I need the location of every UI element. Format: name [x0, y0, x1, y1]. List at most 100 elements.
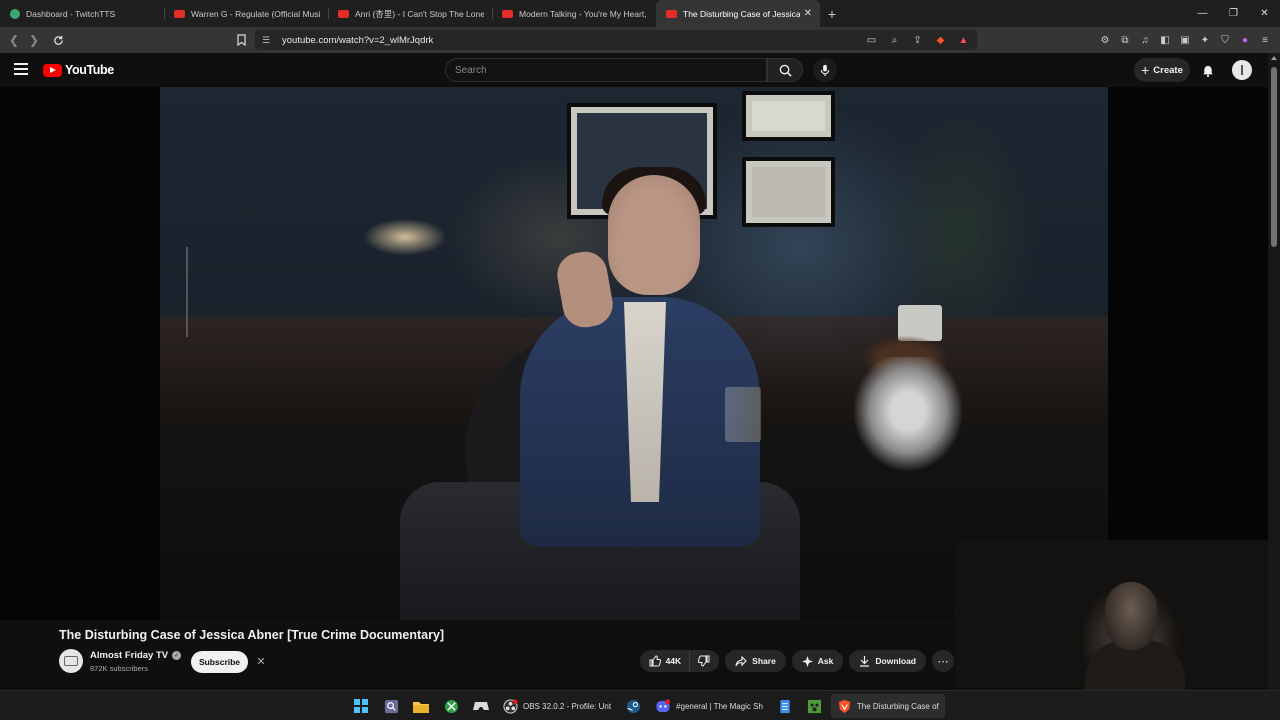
taskbar-app-browser[interactable]: The Disturbing Case of	[830, 694, 945, 718]
brave-rewards-icon[interactable]: ▲	[956, 32, 971, 48]
menu-icon[interactable]: ≡	[1258, 32, 1272, 48]
tab-title: Modern Talking - You're My Heart, Yo	[519, 8, 648, 19]
vpn-icon[interactable]: ⛉	[1218, 32, 1232, 48]
scroll-up-arrow-icon[interactable]	[1271, 56, 1277, 60]
account-avatar[interactable]	[1232, 60, 1252, 80]
subscribe-button[interactable]: Subscribe	[191, 651, 248, 673]
video-scenery	[742, 157, 835, 227]
channel-name-link[interactable]: Almost Friday TV ✓	[90, 650, 182, 661]
channel-avatar[interactable]	[59, 649, 83, 673]
taskbar-search-app[interactable]	[377, 694, 405, 718]
youtube-favicon-icon	[502, 9, 513, 18]
like-count: 44K	[665, 656, 682, 666]
search-button[interactable]	[767, 58, 803, 82]
browser-tab[interactable]: Anri (杏里) - I Can't Stop The Lonelin	[328, 0, 492, 27]
share-page-icon[interactable]: ⇪	[910, 32, 925, 48]
leo-icon[interactable]: ✦	[1198, 32, 1212, 48]
taskbar-app-discord[interactable]: #general | The Magic Sh	[649, 694, 769, 718]
plus-icon: +	[1141, 61, 1150, 78]
tab-title: Warren G - Regulate (Official Music V	[191, 8, 320, 19]
download-icon	[860, 656, 870, 667]
youtube-masthead: YouTube + Create	[0, 53, 1280, 87]
zoom-icon[interactable]: ⌕	[887, 32, 902, 48]
restore-icon[interactable]: ❐	[1218, 0, 1249, 27]
video-scenery	[742, 91, 835, 141]
browser-tab[interactable]: Warren G - Regulate (Official Music V	[164, 0, 328, 27]
sidebar-icon[interactable]: ◧	[1158, 32, 1172, 48]
video-scenery	[186, 247, 226, 337]
search-box[interactable]	[445, 58, 767, 82]
download-button[interactable]: Download	[849, 650, 926, 672]
reload-button[interactable]	[48, 30, 68, 50]
video-scenery	[608, 175, 700, 295]
windows-logo-icon	[354, 699, 368, 713]
youtube-favicon-icon	[174, 9, 185, 18]
taskbar-app-label: OBS 32.0.2 - Profile: Unt	[523, 701, 612, 711]
window-controls: — ❐ ✕	[1187, 0, 1280, 27]
site-info-icon[interactable]: ☰	[262, 35, 274, 46]
ask-label: Ask	[817, 656, 834, 666]
taskbar-app-label: The Disturbing Case of	[856, 701, 939, 711]
reload-icon	[53, 35, 63, 45]
guide-menu-icon[interactable]	[14, 63, 28, 75]
taskbar-minecraft[interactable]	[801, 694, 829, 718]
profile-extension-icon[interactable]: ●	[1238, 32, 1252, 48]
dislike-button[interactable]	[690, 650, 719, 672]
taskbar-xbox[interactable]	[437, 694, 465, 718]
voice-search-button[interactable]	[813, 58, 837, 82]
ask-button[interactable]: Ask	[791, 650, 844, 672]
close-tab-icon[interactable]: ✕	[804, 8, 812, 19]
more-actions-button[interactable]: ⋯	[932, 650, 954, 672]
tab-title: The Disturbing Case of Jessica Al	[683, 8, 800, 19]
notifications-button[interactable]	[1199, 61, 1217, 79]
youtube-logo[interactable]: YouTube	[43, 63, 114, 77]
bookmark-icon[interactable]	[235, 32, 247, 48]
twitchtts-favicon-icon	[10, 8, 20, 19]
extensions-icon[interactable]: ⚙	[1098, 32, 1112, 48]
address-toolbar: ❮ ❯ ☰ youtube.com/watch?v=2_wlMrJqdrk ▭ …	[0, 27, 1280, 53]
youtube-favicon-icon	[666, 9, 677, 18]
taskbar-steam[interactable]	[619, 694, 647, 718]
browser-tab[interactable]: Dashboard - TwitchTTS	[0, 0, 164, 27]
bell-icon	[1203, 65, 1213, 77]
wallet-icon[interactable]: ▣	[1178, 32, 1192, 48]
obs-icon	[503, 698, 518, 714]
thumbs-down-icon	[698, 655, 710, 667]
search-input[interactable]	[455, 64, 766, 76]
brave-shields-icon[interactable]: ◆	[933, 32, 948, 48]
browser-tab-bar: Dashboard - TwitchTTS Warren G - Regulat…	[0, 0, 1280, 27]
forward-button[interactable]: ❯	[24, 30, 44, 50]
media-icon[interactable]: ♫	[1138, 32, 1152, 48]
create-button[interactable]: + Create	[1134, 58, 1190, 82]
start-button[interactable]	[347, 694, 375, 718]
minimize-icon[interactable]: —	[1187, 0, 1218, 27]
taskbar-file-explorer[interactable]	[407, 694, 435, 718]
url-bar[interactable]: ☰ youtube.com/watch?v=2_wlMrJqdrk ▭ ⌕ ⇪ …	[255, 30, 977, 50]
more-horizontal-icon: ⋯	[937, 655, 949, 668]
thumbs-up-icon	[649, 655, 661, 667]
verified-badge-icon: ✓	[172, 651, 182, 660]
browser-tab-active[interactable]: The Disturbing Case of Jessica Al ✕	[656, 0, 820, 27]
taskbar-steam-vr[interactable]	[467, 694, 495, 718]
controller-icon	[473, 702, 489, 710]
taskbar-notepad[interactable]	[771, 694, 799, 718]
like-dislike-group: 44K	[639, 650, 720, 672]
download-label: Download	[875, 656, 916, 666]
dismiss-icon[interactable]: ✕	[255, 654, 267, 668]
microphone-icon	[820, 64, 830, 76]
browser-tab[interactable]: Modern Talking - You're My Heart, Yo	[492, 0, 656, 27]
url-text[interactable]: youtube.com/watch?v=2_wlMrJqdrk	[282, 35, 433, 46]
close-window-icon[interactable]: ✕	[1249, 0, 1280, 27]
youtube-favicon-icon	[338, 9, 349, 18]
share-button[interactable]: Share	[725, 650, 786, 672]
new-tab-button[interactable]: +	[820, 0, 844, 27]
back-button[interactable]: ❮	[4, 30, 24, 50]
tab-title: Anri (杏里) - I Can't Stop The Lonelin	[355, 8, 484, 19]
like-button[interactable]: 44K	[640, 650, 691, 672]
screenshot-icon[interactable]: ⧉	[1118, 32, 1132, 48]
page-scrollbar[interactable]	[1268, 53, 1280, 690]
search-app-icon	[384, 699, 398, 713]
cast-icon[interactable]: ▭	[864, 32, 879, 48]
scrollbar-thumb[interactable]	[1271, 67, 1277, 247]
taskbar-app-obs[interactable]: OBS 32.0.2 - Profile: Unt	[497, 694, 617, 718]
